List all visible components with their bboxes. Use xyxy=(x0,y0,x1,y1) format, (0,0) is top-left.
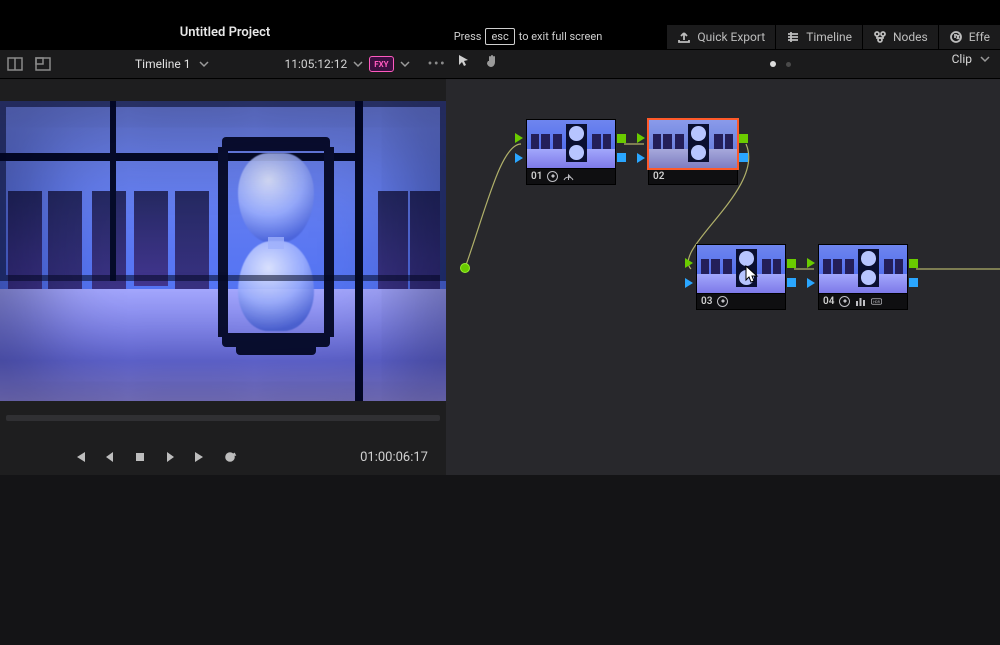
pin-alpha-in-icon[interactable] xyxy=(637,153,645,163)
node-graph-panel[interactable]: 01 02 xyxy=(446,79,1000,475)
node-tag: 03 xyxy=(696,294,786,310)
node-number: 03 xyxy=(701,296,712,307)
export-icon xyxy=(677,30,691,44)
transport-bar: 01:00:06:17 xyxy=(0,439,446,475)
bypass-fx-button[interactable]: FXY xyxy=(369,56,393,72)
graph-tools xyxy=(455,52,501,70)
pin-alpha-in-icon[interactable] xyxy=(685,278,693,288)
node-thumbnail[interactable] xyxy=(648,119,738,169)
nav-dots[interactable] xyxy=(770,61,791,67)
node-tag: 04 HDR xyxy=(818,294,908,310)
pin-rgb-out-icon[interactable] xyxy=(909,259,918,268)
graph-input-handle[interactable] xyxy=(460,263,470,273)
bars-badge-icon xyxy=(855,296,866,307)
nodes-icon xyxy=(873,30,887,44)
fx-badge-icon xyxy=(839,296,850,307)
pin-alpha-out-icon[interactable] xyxy=(617,153,626,162)
hint-press: Press xyxy=(454,30,482,43)
effects-tab-button[interactable]: Effe xyxy=(938,25,1000,49)
pin-alpha-out-icon[interactable] xyxy=(787,278,796,287)
step-back-button[interactable] xyxy=(102,449,118,465)
node-01[interactable]: 01 xyxy=(526,119,616,185)
stop-button[interactable] xyxy=(132,449,148,465)
dot-active xyxy=(770,61,776,67)
source-timecode[interactable]: 11:05:12:12 xyxy=(285,57,348,71)
clip-label: Clip xyxy=(952,52,972,66)
pin-rgb-in-icon[interactable] xyxy=(685,258,693,268)
skip-forward-button[interactable] xyxy=(192,449,208,465)
node-thumbnail[interactable] xyxy=(696,244,786,294)
node-04[interactable]: 04 HDR xyxy=(818,244,908,310)
viewer-panel: 01:00:06:17 xyxy=(0,79,446,475)
loop-button[interactable] xyxy=(222,449,238,465)
hdr-badge-icon: HDR xyxy=(871,296,882,307)
split-view-icon[interactable] xyxy=(33,55,53,73)
hint-exit: to exit full screen xyxy=(519,30,603,43)
fx-icon xyxy=(949,30,963,44)
pin-alpha-in-icon[interactable] xyxy=(807,278,815,288)
pin-rgb-in-icon[interactable] xyxy=(637,133,645,143)
fullscreen-hint-overlay: Press esc to exit full screen xyxy=(408,22,648,50)
node-thumbnail[interactable] xyxy=(526,119,616,169)
timeline-icon xyxy=(786,30,800,44)
viewer-scrub-bar[interactable] xyxy=(6,415,440,421)
svg-text:HDR: HDR xyxy=(874,300,882,304)
node-number: 01 xyxy=(531,171,542,182)
timeline-tab-label: Timeline xyxy=(806,30,852,44)
viewer-canvas[interactable] xyxy=(0,101,446,401)
pin-rgb-out-icon[interactable] xyxy=(617,134,626,143)
pin-rgb-in-icon[interactable] xyxy=(807,258,815,268)
dot-inactive xyxy=(786,62,791,67)
top-right-tabs: Quick Export Timeline Nodes Effe xyxy=(666,25,1000,49)
fx-badge-icon xyxy=(547,171,558,182)
hint-esc-key: esc xyxy=(485,28,514,45)
pin-alpha-out-icon[interactable] xyxy=(909,278,918,287)
node-02[interactable]: 02 xyxy=(648,119,738,185)
bypass-label: FXY xyxy=(374,60,388,69)
node-03[interactable]: 03 xyxy=(696,244,786,310)
pin-rgb-out-icon[interactable] xyxy=(787,259,796,268)
app-root: Press esc to exit full screen Untitled P… xyxy=(0,0,1000,645)
pin-alpha-out-icon[interactable] xyxy=(739,153,748,162)
colorspace-badge-icon xyxy=(563,171,574,182)
chevron-down-icon xyxy=(980,54,990,64)
timeline-name: Timeline 1 xyxy=(135,57,191,71)
chevron-down-icon[interactable] xyxy=(353,59,363,69)
playhead-timecode[interactable]: 01:00:06:17 xyxy=(360,450,428,465)
project-title: Untitled Project xyxy=(0,25,450,40)
pin-alpha-in-icon[interactable] xyxy=(515,153,523,163)
bottom-strip xyxy=(0,475,1000,645)
viewer-options-menu[interactable]: ••• xyxy=(428,56,447,72)
chevron-down-icon xyxy=(199,59,209,69)
quick-export-button[interactable]: Quick Export xyxy=(666,25,775,49)
node-tag: 02 xyxy=(648,169,738,185)
selection-tool[interactable] xyxy=(455,52,473,70)
hand-tool[interactable] xyxy=(483,52,501,70)
node-number: 02 xyxy=(653,171,664,182)
chevron-down-icon[interactable] xyxy=(400,59,410,69)
fx-badge-icon xyxy=(717,296,728,307)
image-wipe-icon[interactable] xyxy=(5,55,25,73)
timeline-tab-button[interactable]: Timeline xyxy=(775,25,862,49)
nodes-tab-label: Nodes xyxy=(893,30,928,44)
pin-rgb-in-icon[interactable] xyxy=(515,133,523,143)
node-number: 04 xyxy=(823,296,834,307)
nodes-tab-button[interactable]: Nodes xyxy=(862,25,938,49)
clip-dropdown[interactable]: Clip xyxy=(952,52,990,66)
node-tag: 01 xyxy=(526,169,616,185)
node-thumbnail[interactable] xyxy=(818,244,908,294)
effects-tab-label: Effe xyxy=(969,30,990,44)
timeline-dropdown[interactable]: Timeline 1 xyxy=(135,57,209,71)
viewer-layout-buttons xyxy=(0,55,53,73)
skip-back-button[interactable] xyxy=(72,449,88,465)
play-button[interactable] xyxy=(162,449,178,465)
pin-rgb-out-icon[interactable] xyxy=(739,134,748,143)
quick-export-label: Quick Export xyxy=(697,30,765,44)
